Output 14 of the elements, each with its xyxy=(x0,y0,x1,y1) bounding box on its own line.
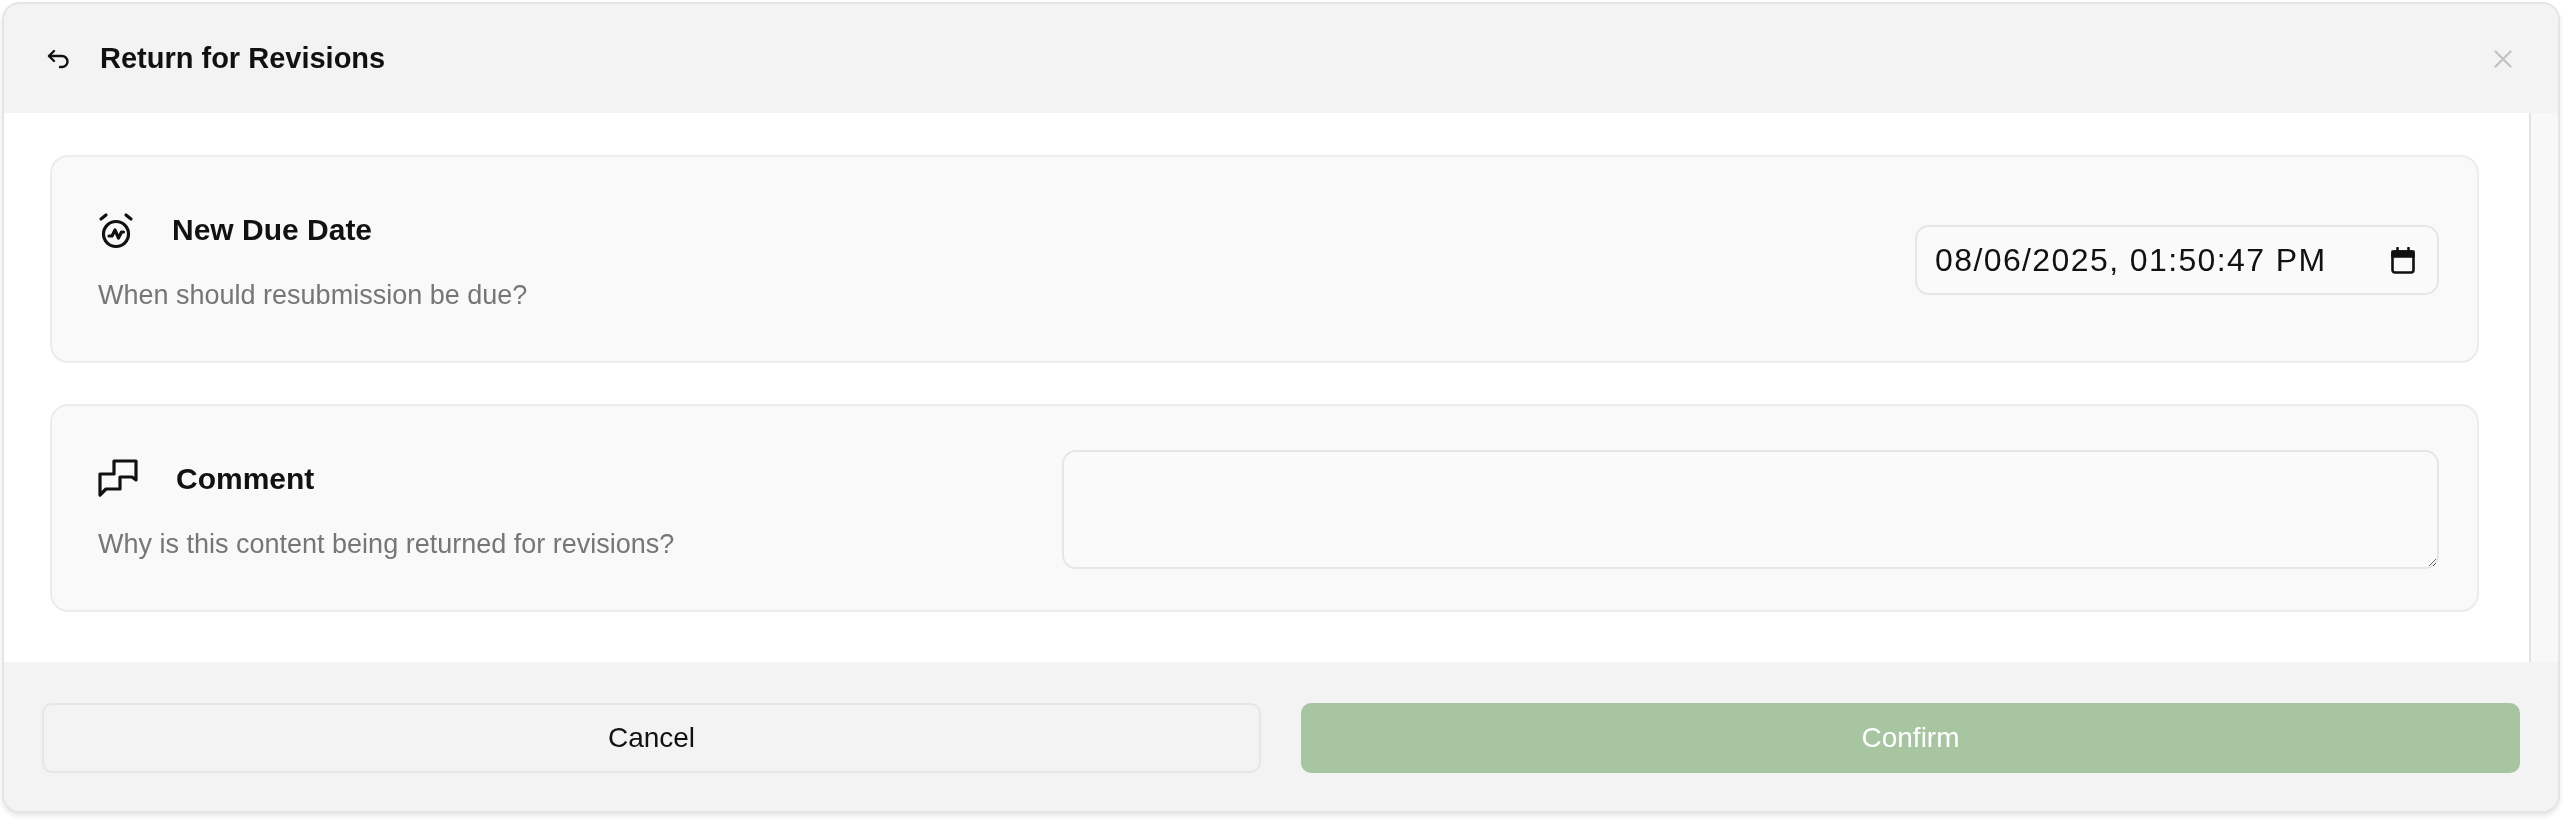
return-arrow-icon xyxy=(47,48,71,69)
speech-bubbles-icon xyxy=(98,458,138,499)
section-title: Comment xyxy=(176,461,315,496)
alarm-clock-icon xyxy=(98,210,134,249)
scrollbar-track[interactable] xyxy=(2529,113,2558,662)
date-time-field[interactable]: 08/06/2025, 01:50:47 PM xyxy=(1915,225,2439,295)
comment-field[interactable] xyxy=(1062,449,2439,569)
section-description: Why is this content being returned for revisions? xyxy=(98,528,675,560)
cancel-button[interactable]: Cancel xyxy=(42,703,1261,773)
section-title: New Due Date xyxy=(172,212,373,247)
calendar-icon[interactable] xyxy=(2391,246,2415,274)
dialog-title: Return for Revisions xyxy=(100,42,386,75)
close-button[interactable] xyxy=(2494,49,2512,68)
section-description: When should resubmission be due? xyxy=(98,279,528,311)
